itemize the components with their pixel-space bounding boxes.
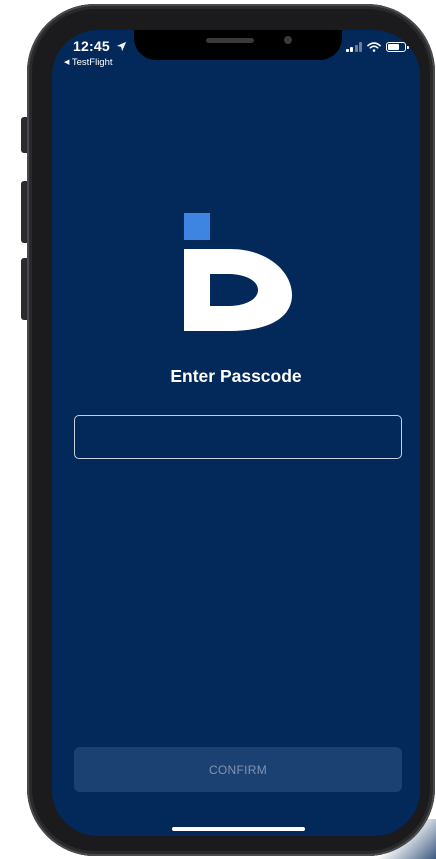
status-indicators [345, 42, 409, 52]
status-time-text: 12:45 [73, 38, 110, 54]
notch [134, 30, 342, 60]
id-logo [184, 213, 292, 331]
confirm-button[interactable]: CONFIRM [74, 747, 402, 792]
speaker-grille [206, 38, 254, 43]
battery-icon [386, 42, 409, 52]
home-indicator[interactable] [172, 827, 305, 831]
cellular-signal-icon [345, 42, 362, 52]
wifi-icon [367, 42, 381, 52]
back-app-label: TestFlight [71, 57, 113, 68]
back-to-testflight[interactable]: ◀ TestFlight [64, 57, 113, 68]
page-title: Enter Passcode [170, 366, 302, 386]
back-chevron-icon: ◀ [64, 59, 70, 66]
front-camera [284, 36, 292, 44]
status-time: 12:45 [73, 38, 127, 54]
app-screen: 12:45 ◀ TestFlight Enter Passcode CONFIR… [52, 30, 420, 836]
location-arrow-icon [116, 41, 127, 52]
passcode-input[interactable] [74, 415, 402, 459]
